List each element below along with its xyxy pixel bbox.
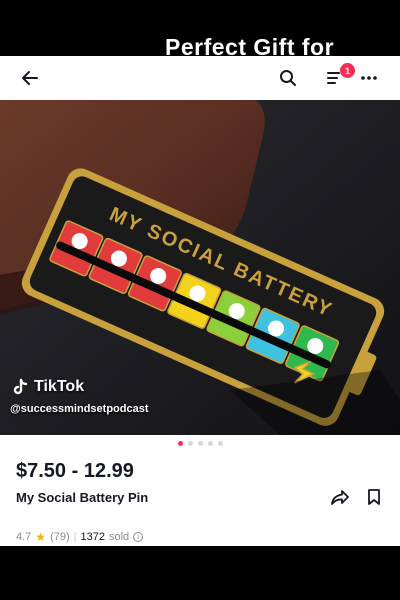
tiktok-brand: TikTok <box>34 378 85 395</box>
banner-text: Perfect Gift for <box>165 34 335 56</box>
sold-count: 1372 <box>80 531 105 543</box>
tiktok-logo-icon <box>13 378 28 395</box>
cart-badge: 1 <box>340 63 355 78</box>
carousel-dot[interactable] <box>177 441 183 446</box>
tiktok-handle: @successmindsetpodcast <box>10 403 149 415</box>
bookmark-icon <box>368 489 380 505</box>
product-title: My Social Battery Pin <box>16 490 149 505</box>
arrow-left-icon <box>22 71 38 85</box>
carousel-dot[interactable] <box>187 441 193 446</box>
product-image[interactable]: MY SOCIAL BATTERY TikTok @successmindset… <box>0 100 400 435</box>
share-icon <box>331 490 349 505</box>
info-icon[interactable]: i <box>133 532 144 542</box>
carousel-dot[interactable] <box>207 441 213 446</box>
rating-value: 4.7 <box>16 531 32 543</box>
product-meta: 4.7 ★ (79) | 1372 sold i <box>16 530 144 544</box>
star-icon: ★ <box>35 530 47 544</box>
product-screen: 1 MY SOCIAL BATTERY TikTok @successminds… <box>0 56 400 546</box>
back-button[interactable] <box>16 64 44 92</box>
more-dots-icon <box>361 76 377 80</box>
review-count[interactable]: (79) <box>50 531 70 543</box>
search-button[interactable] <box>274 64 302 92</box>
meta-divider: | <box>73 531 77 543</box>
search-icon <box>280 70 296 86</box>
carousel-dot[interactable] <box>197 441 203 446</box>
top-nav-bar: 1 <box>0 56 400 100</box>
save-button[interactable] <box>362 485 386 509</box>
carousel-indicator <box>0 441 400 446</box>
tiktok-watermark: TikTok <box>12 378 84 396</box>
top-banner: Perfect Gift for <box>0 0 400 56</box>
sold-label: sold <box>108 531 130 543</box>
more-button[interactable] <box>355 64 383 92</box>
product-price: $7.50 - 12.99 <box>16 460 134 482</box>
carousel-dot[interactable] <box>217 441 223 446</box>
share-button[interactable] <box>328 485 352 509</box>
